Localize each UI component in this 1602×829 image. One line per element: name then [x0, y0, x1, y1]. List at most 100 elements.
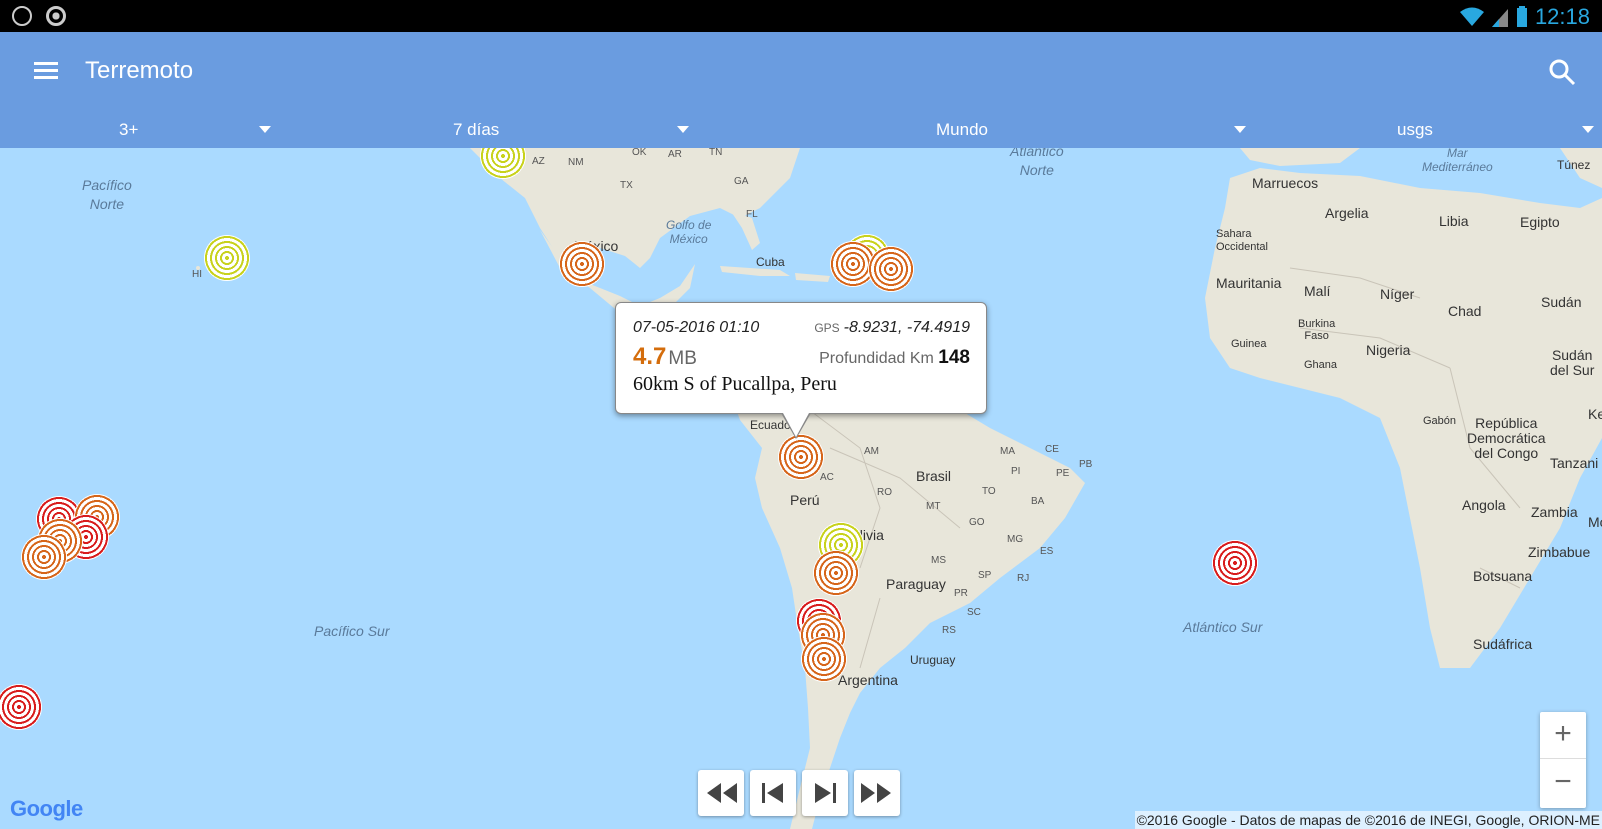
- state-label: GA: [734, 176, 749, 187]
- country-label: Marruecos: [1252, 175, 1319, 191]
- chevron-down-icon: [677, 126, 689, 133]
- skip-previous-button[interactable]: [750, 770, 796, 816]
- earthquake-marker-selected[interactable]: [778, 434, 824, 480]
- state-label: ES: [1040, 546, 1054, 557]
- fast-forward-icon: [861, 783, 891, 803]
- country-label: Mauritania: [1216, 275, 1282, 291]
- state-label: MT: [926, 501, 941, 512]
- map-attribution: ©2016 Google - Datos de mapas de ©2016 d…: [1134, 811, 1602, 829]
- region-filter-dropdown[interactable]: Mundo: [720, 116, 1250, 148]
- gps-value: -8.9231, -74.4919: [843, 319, 970, 336]
- magnitude-filter-dropdown[interactable]: 3+: [0, 116, 280, 148]
- country-label: República Democrática del Congo: [1467, 415, 1546, 461]
- earthquake-marker[interactable]: [813, 550, 859, 596]
- country-label: Sudán del Sur: [1550, 347, 1595, 378]
- state-label: OK: [632, 148, 647, 158]
- rewind-fast-button[interactable]: [698, 770, 744, 816]
- country-label: Moz: [1588, 514, 1602, 530]
- app-bar: Terremoto 3+ 7 días Mundo usgs: [0, 32, 1602, 148]
- country-label: Burkina Faso: [1298, 318, 1336, 342]
- country-label: Ghana: [1304, 359, 1338, 371]
- country-label: Sahara Occidental: [1216, 228, 1268, 253]
- state-label: MA: [1000, 446, 1015, 457]
- magnitude-unit: MB: [668, 348, 697, 369]
- state-label: SC: [967, 607, 981, 618]
- region-filter-value: Mundo: [936, 120, 988, 139]
- map-view[interactable]: Pacífico Norte Atlántico Norte Pacífico Su…: [0, 148, 1602, 829]
- quake-date: 07-05-2016 01:10: [633, 319, 760, 336]
- country-label: Chad: [1448, 303, 1482, 319]
- state-label: BA: [1031, 496, 1045, 507]
- earthquake-marker[interactable]: [868, 246, 914, 292]
- state-label: RJ: [1017, 573, 1030, 584]
- country-label: Libia: [1439, 213, 1469, 229]
- zoom-out-button[interactable]: −: [1540, 760, 1586, 806]
- earthquake-marker[interactable]: [801, 636, 847, 682]
- ocean-label-mediterraneo: Mar Mediterráneo: [1422, 148, 1493, 174]
- fast-forward-button[interactable]: [854, 770, 900, 816]
- country-label: Egipto: [1520, 214, 1560, 230]
- wifi-icon: [1459, 7, 1484, 26]
- period-filter-dropdown[interactable]: 7 días: [300, 116, 700, 148]
- app-title: Terremoto: [85, 57, 194, 84]
- clock: 12:18: [1534, 4, 1590, 29]
- state-label: RS: [942, 625, 956, 636]
- search-icon[interactable]: [1548, 58, 1576, 86]
- state-label: PR: [954, 588, 968, 599]
- state-label: HI: [192, 269, 202, 280]
- ocean-label-atlantico-sur: Atlántico Sur: [1183, 619, 1263, 635]
- country-label: Brasil: [916, 468, 952, 484]
- gps-label: GPS: [814, 321, 840, 335]
- state-label: AC: [820, 472, 834, 483]
- earthquake-marker[interactable]: [559, 241, 605, 287]
- quake-depth: Profundidad Km 148: [819, 347, 970, 368]
- country-label: Sudán: [1541, 294, 1582, 310]
- filter-bar: 3+ 7 días Mundo usgs: [0, 116, 1602, 148]
- earthquake-info-window[interactable]: 07-05-2016 01:10 GPS -8.9231, -74.4919 4.…: [615, 302, 987, 439]
- earthquake-marker[interactable]: [204, 235, 250, 281]
- ocean-label-pacifico-norte: Pacífico Norte: [82, 177, 132, 212]
- state-label: TN: [709, 148, 723, 158]
- signal-icon: [1491, 9, 1508, 27]
- state-label: CE: [1045, 444, 1059, 455]
- ocean-label-atlantico-norte: Atlántico Norte: [1010, 148, 1064, 178]
- ocean-label-golfo-mexico: Golfo de México: [666, 218, 712, 246]
- state-label: FL: [746, 209, 758, 220]
- quake-magnitude: 4.7 MB: [633, 343, 697, 370]
- status-bar: 12:18: [0, 0, 1602, 32]
- country-label: Tanzani: [1550, 455, 1599, 471]
- country-label: Argentina: [838, 672, 898, 688]
- country-label: Uruguay: [910, 653, 956, 667]
- depth-value: 148: [938, 347, 970, 368]
- zoom-in-button[interactable]: +: [1540, 712, 1586, 759]
- state-label: TX: [620, 180, 633, 191]
- country-label: Perú: [790, 492, 820, 508]
- skip-previous-icon: [762, 783, 783, 803]
- state-label: PE: [1056, 468, 1070, 479]
- skip-next-button[interactable]: [802, 770, 848, 816]
- zoom-controls: + −: [1540, 712, 1586, 808]
- earthquake-marker[interactable]: [1212, 540, 1258, 586]
- hamburger-menu-icon[interactable]: [34, 62, 58, 82]
- state-label: AZ: [532, 156, 545, 167]
- battery-icon: [1516, 6, 1527, 27]
- state-label: NM: [568, 157, 584, 168]
- earthquake-marker[interactable]: [21, 534, 67, 580]
- state-label: GO: [969, 517, 985, 528]
- magnitude-filter-value: 3+: [119, 120, 139, 139]
- chevron-down-icon: [1234, 126, 1246, 133]
- country-label: Paraguay: [886, 576, 946, 592]
- google-logo[interactable]: Google: [10, 796, 83, 822]
- state-label: MS: [931, 555, 946, 566]
- location-icon: [12, 6, 32, 26]
- chevron-down-icon: [259, 126, 271, 133]
- country-label: Botsuana: [1473, 568, 1533, 584]
- chevron-down-icon: [1582, 126, 1594, 133]
- state-label: TO: [982, 486, 996, 497]
- country-label: Cuba: [756, 255, 785, 269]
- source-filter-dropdown[interactable]: usgs: [1270, 116, 1600, 148]
- country-label: Malí: [1304, 283, 1331, 299]
- record-icon: [46, 6, 66, 26]
- state-label: PB: [1079, 459, 1093, 470]
- state-label: AR: [668, 149, 682, 160]
